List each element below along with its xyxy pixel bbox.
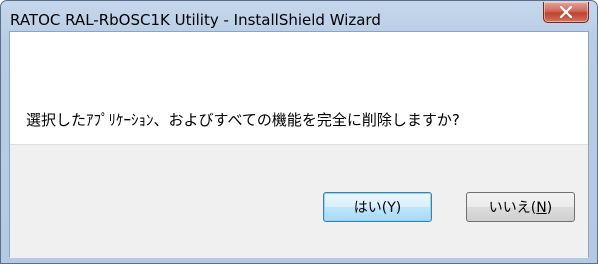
no-mnemonic: N — [536, 200, 547, 216]
no-button[interactable]: いいえ(N) — [466, 192, 575, 222]
dialog-window: RATOC RAL-RbOSC1K Utility - InstallShiel… — [0, 0, 598, 264]
close-icon — [544, 2, 588, 22]
yes-button[interactable]: はい(Y) — [323, 192, 432, 222]
dialog-content: 選択したｱﾌﾟﾘｹｰｼｮﾝ、およびすべての機能を完全に削除しますか? はい(Y)… — [9, 31, 589, 258]
close-button[interactable] — [543, 2, 589, 23]
yes-button-label: はい(Y) — [353, 200, 402, 216]
button-bar: はい(Y) いいえ(N) — [10, 144, 588, 258]
no-label-suffix: ) — [546, 200, 553, 216]
window-title: RATOC RAL-RbOSC1K Utility - InstallShiel… — [10, 11, 381, 29]
no-button-label: いいえ(N) — [489, 197, 552, 217]
confirmation-message: 選択したｱﾌﾟﾘｹｰｼｮﾝ、およびすべての機能を完全に削除しますか? — [26, 111, 460, 129]
no-label-prefix: いいえ( — [488, 200, 537, 216]
